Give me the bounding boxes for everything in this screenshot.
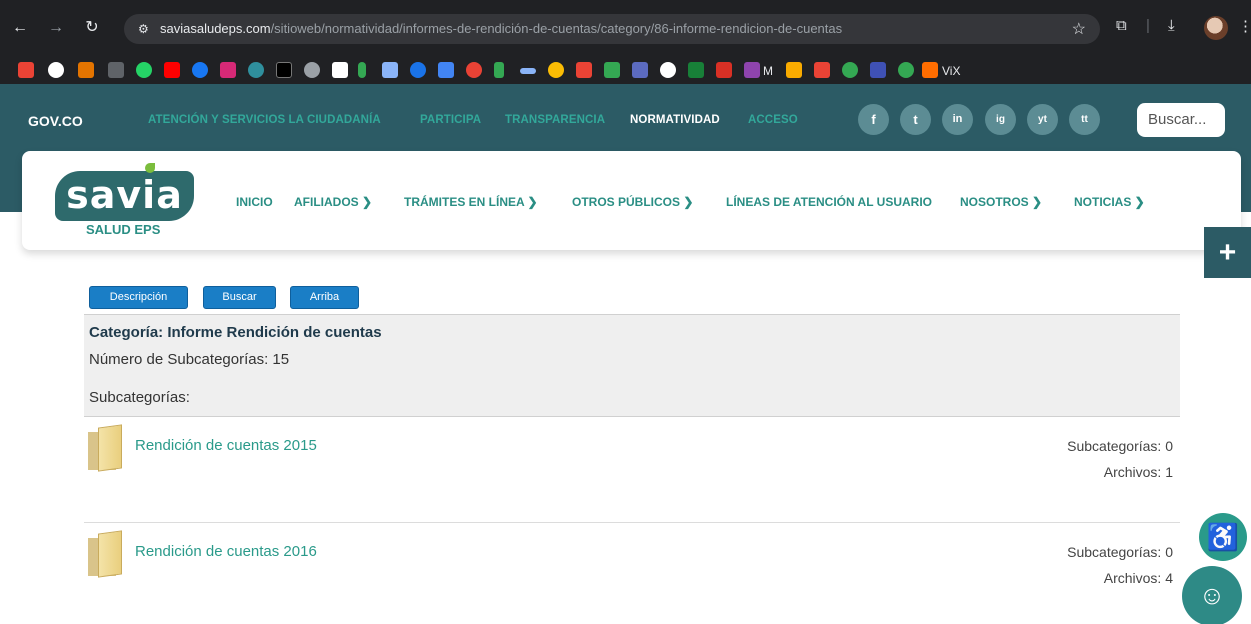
back-icon[interactable]: ←: [10, 18, 30, 38]
menu-tramites[interactable]: TRÁMITES EN LÍNEA ❯: [404, 195, 538, 209]
subcategory-2015-files: Archivos: 1: [1103, 464, 1173, 480]
bookmark-x-icon[interactable]: [276, 62, 292, 78]
savia-logo[interactable]: savia: [55, 171, 194, 221]
extensions-icon[interactable]: ⧉: [1116, 17, 1127, 34]
bookmark-youtube-icon[interactable]: [164, 62, 180, 78]
gov-co-logo[interactable]: GOV.CO: [28, 113, 83, 129]
url-text[interactable]: saviasaludeps.com/sitioweb/normatividad/…: [160, 21, 842, 36]
subcategory-link-2016[interactable]: Rendición de cuentas 2016: [135, 543, 317, 560]
bookmark-instagram-icon[interactable]: [220, 62, 236, 78]
site-search-input[interactable]: Buscar...: [1137, 103, 1225, 137]
bookmark-20-icon[interactable]: [744, 62, 760, 78]
menu-kebab-icon[interactable]: ⋮: [1238, 17, 1251, 35]
profile-avatar[interactable]: [1204, 16, 1228, 40]
menu-lineas-atencion[interactable]: LÍNEAS DE ATENCIÓN AL USUARIO: [726, 195, 932, 209]
forward-icon[interactable]: →: [46, 18, 66, 38]
bookmark-4-icon[interactable]: [304, 62, 320, 78]
bookmark-22-icon[interactable]: [814, 62, 830, 78]
plus-icon[interactable]: +: [1204, 227, 1251, 278]
bookmark-2-icon[interactable]: [108, 62, 124, 78]
gov-link-transparencia[interactable]: TRANSPARENCIA: [505, 114, 605, 126]
folder-icon[interactable]: [84, 530, 126, 578]
subcategory-2016-files: Archivos: 4: [1103, 570, 1173, 586]
bookmark-25-icon[interactable]: [898, 62, 914, 78]
bookmark-google-icon[interactable]: [48, 62, 64, 78]
row-divider: [84, 522, 1180, 523]
subcategory-count: Número de Subcategorías: 15: [89, 351, 290, 368]
subcategories-label: Subcategorías:: [89, 389, 190, 406]
bookmark-5-icon[interactable]: [332, 62, 348, 78]
menu-nosotros[interactable]: NOSOTROS ❯: [960, 195, 1042, 209]
accessibility-icon[interactable]: ♿: [1199, 513, 1247, 561]
address-bar[interactable]: ⚙ saviasaludeps.com/sitioweb/normativida…: [124, 14, 1100, 44]
menu-otros-publicos[interactable]: OTROS PÚBLICOS ❯: [572, 195, 693, 209]
arriba-button[interactable]: Arriba: [290, 286, 359, 309]
bookmark-gmail-icon[interactable]: [18, 62, 34, 78]
twitter-icon[interactable]: t: [900, 104, 931, 135]
menu-afiliados[interactable]: AFILIADOS ❯: [294, 195, 372, 209]
bookmark-7-icon[interactable]: [382, 62, 398, 78]
site-info-icon[interactable]: ⚙: [138, 20, 152, 38]
bookmark-19-icon[interactable]: [716, 62, 732, 78]
bookmark-6-icon[interactable]: [358, 62, 366, 78]
linkedin-icon[interactable]: in: [942, 104, 973, 135]
browser-toolbar: ← → ↻ ⚙ saviasaludeps.com/sitioweb/norma…: [0, 0, 1251, 58]
bookmark-14-icon[interactable]: [576, 62, 592, 78]
bookmarks-bar: M ViX: [0, 58, 1251, 84]
gov-link-participa[interactable]: PARTICIPA: [420, 114, 481, 126]
bookmark-10-icon[interactable]: [466, 62, 482, 78]
menu-noticias[interactable]: NOTICIAS ❯: [1074, 195, 1145, 209]
subcategory-link-2015[interactable]: Rendición de cuentas 2015: [135, 437, 317, 454]
gov-link-atencion[interactable]: ATENCIÓN Y SERVICIOS LA CIUDADANÍA: [148, 114, 381, 126]
gov-link-acceso[interactable]: ACCESO: [748, 114, 798, 126]
logo-subtitle: SALUD EPS: [86, 222, 161, 237]
url-host: saviasaludeps.com: [160, 21, 271, 36]
bookmark-11-icon[interactable]: [494, 62, 504, 78]
instagram-icon[interactable]: ig: [985, 104, 1016, 135]
bookmark-16-icon[interactable]: [632, 62, 648, 78]
bookmark-vix-text[interactable]: ViX: [942, 64, 960, 78]
youtube-icon[interactable]: yt: [1027, 104, 1058, 135]
bookmark-1-icon[interactable]: [78, 62, 94, 78]
folder-icon[interactable]: [84, 424, 126, 472]
bookmark-8-icon[interactable]: [410, 62, 426, 78]
bookmark-star-icon[interactable]: ☆: [1072, 19, 1086, 39]
bookmark-17-icon[interactable]: [660, 62, 676, 78]
bookmark-23-icon[interactable]: [842, 62, 858, 78]
menu-inicio[interactable]: INICIO: [236, 195, 273, 209]
download-icon[interactable]: ⤓: [1168, 17, 1175, 34]
bookmark-vix-icon[interactable]: [922, 62, 938, 78]
reload-icon[interactable]: ↻: [82, 18, 102, 38]
subcategory-2015-subcats: Subcategorías: 0: [1067, 438, 1173, 454]
category-title: Categoría: Informe Rendición de cuentas: [89, 324, 382, 341]
bookmark-facebook-icon[interactable]: [192, 62, 208, 78]
chat-assistant-icon[interactable]: ☺: [1182, 566, 1242, 624]
subcategory-2016-subcats: Subcategorías: 0: [1067, 544, 1173, 560]
bookmark-24-icon[interactable]: [870, 62, 886, 78]
buscar-button[interactable]: Buscar: [203, 286, 276, 309]
facebook-icon[interactable]: f: [858, 104, 889, 135]
toolbar-divider: |: [1146, 17, 1150, 34]
bookmark-21-icon[interactable]: [786, 62, 802, 78]
bookmark-13-icon[interactable]: [548, 62, 564, 78]
url-path: /sitioweb/normatividad/informes-de-rendi…: [270, 21, 843, 36]
bookmark-9-icon[interactable]: [438, 62, 454, 78]
descripcion-button[interactable]: Descripción: [89, 286, 188, 309]
bookmark-whatsapp-icon[interactable]: [136, 62, 152, 78]
gov-link-normatividad[interactable]: NORMATIVIDAD: [630, 114, 720, 126]
bookmark-3-icon[interactable]: [248, 62, 264, 78]
tiktok-icon[interactable]: tt: [1069, 104, 1100, 135]
logo-leaf-icon: [145, 163, 155, 173]
bookmark-12-icon[interactable]: [520, 68, 536, 74]
bookmark-18-icon[interactable]: [688, 62, 704, 78]
bookmark-15-icon[interactable]: [604, 62, 620, 78]
bookmark-m-text[interactable]: M: [763, 64, 773, 78]
